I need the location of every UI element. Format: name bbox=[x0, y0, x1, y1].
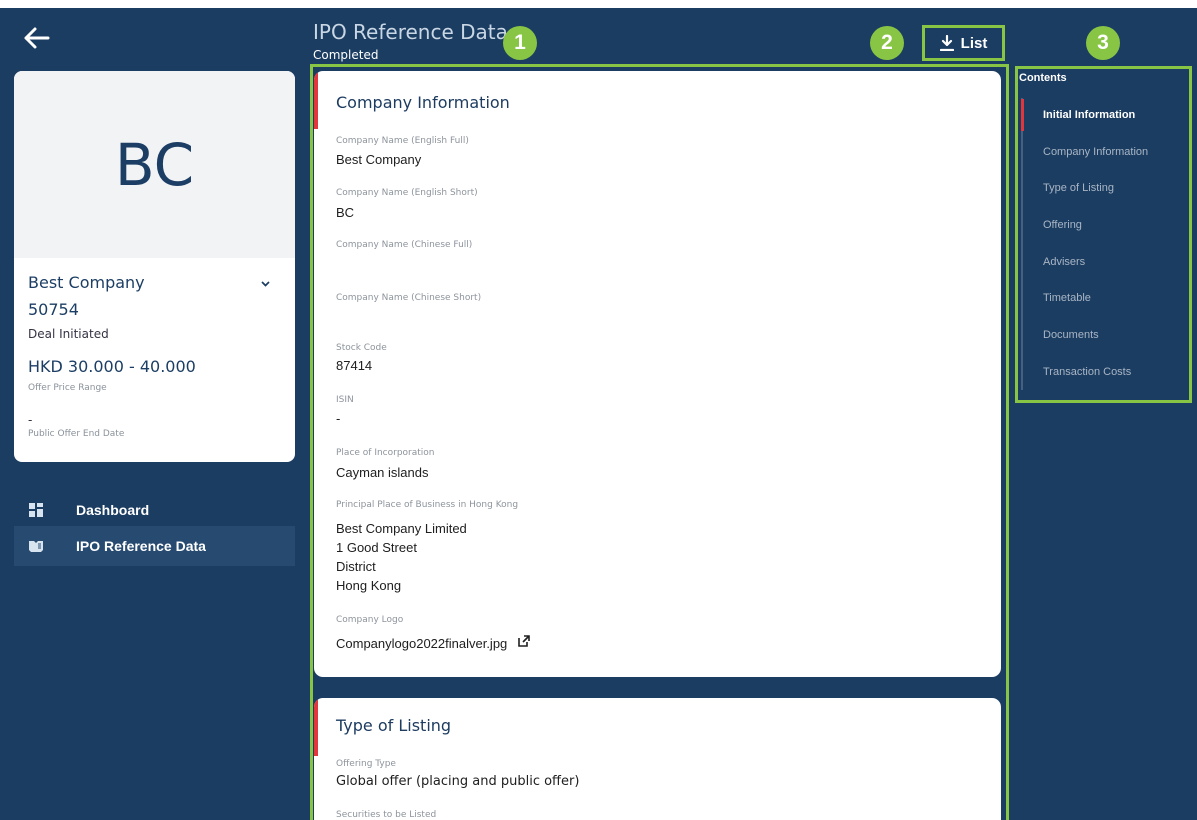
contents-item-documents[interactable]: Documents bbox=[1043, 329, 1099, 341]
contents-item-type-of-listing[interactable]: Type of Listing bbox=[1043, 182, 1114, 194]
offer-price-range-label: Offer Price Range bbox=[28, 383, 107, 393]
field-label: Offering Type bbox=[336, 759, 396, 769]
field-label: Stock Code bbox=[336, 343, 387, 353]
field-value: - bbox=[336, 411, 341, 426]
list-button-label: List bbox=[960, 34, 988, 52]
company-profile-card: BC Best Company 50754 Deal Initiated HKD… bbox=[14, 71, 295, 462]
page-title: IPO Reference Data bbox=[313, 20, 508, 44]
field-label: Company Name (Chinese Full) bbox=[336, 240, 473, 250]
deal-id: 50754 bbox=[28, 300, 79, 319]
field-label: Company Logo bbox=[336, 615, 404, 625]
deal-status: Deal Initiated bbox=[28, 327, 109, 341]
card-accent bbox=[314, 698, 318, 756]
address-line: Hong Kong bbox=[336, 578, 402, 593]
offer-price-range: HKD 30.000 - 40.000 bbox=[28, 357, 196, 376]
field-label: Securities to be Listed bbox=[336, 810, 437, 820]
contents-item-timetable[interactable]: Timetable bbox=[1043, 292, 1091, 304]
contents-item-transaction-costs[interactable]: Transaction Costs bbox=[1043, 366, 1131, 378]
address-line: Best Company Limited bbox=[336, 521, 467, 536]
company-avatar: BC bbox=[14, 71, 295, 258]
field-label: Company Name (English Full) bbox=[336, 136, 469, 146]
company-information-card: Company Information Company Name (Englis… bbox=[314, 71, 1001, 677]
top-divider bbox=[0, 0, 1197, 8]
field-value: BC bbox=[336, 205, 355, 220]
offering-type-value: Global offer (placing and public offer) bbox=[336, 774, 580, 789]
card-title: Company Information bbox=[336, 93, 510, 112]
sidebar-item-label: IPO Reference Data bbox=[76, 538, 206, 554]
contents-item-advisers[interactable]: Advisers bbox=[1043, 256, 1085, 268]
chevron-down-icon[interactable] bbox=[260, 278, 271, 289]
contents-item-company-information[interactable]: Company Information bbox=[1043, 146, 1148, 158]
card-accent bbox=[314, 71, 318, 129]
annotation-badge-3: 3 bbox=[1086, 26, 1120, 60]
annotation-badge-2: 2 bbox=[870, 26, 904, 60]
public-offer-end-date-label: Public Offer End Date bbox=[28, 429, 125, 439]
back-arrow-icon[interactable] bbox=[20, 22, 52, 54]
sidebar-item-label: Dashboard bbox=[76, 502, 150, 518]
app-window: IPO Reference Data Completed 1 2 3 List … bbox=[0, 0, 1197, 820]
field-label: ISIN bbox=[336, 395, 354, 405]
list-download-button[interactable]: List bbox=[922, 25, 1005, 61]
contents-rail bbox=[1021, 98, 1023, 390]
company-name: Best Company bbox=[28, 273, 145, 292]
field-value: 87414 bbox=[336, 358, 373, 373]
grid-icon bbox=[29, 503, 43, 517]
contents-title: Contents bbox=[1019, 72, 1067, 84]
field-label: Place of Incorporation bbox=[336, 448, 435, 458]
field-value: Cayman islands bbox=[336, 465, 429, 480]
active-contents-indicator bbox=[1021, 99, 1024, 131]
annotation-badge-1: 1 bbox=[503, 26, 537, 60]
address-line: 1 Good Street bbox=[336, 540, 417, 555]
contents-item-offering[interactable]: Offering bbox=[1043, 219, 1082, 231]
field-label: Company Name (Chinese Short) bbox=[336, 293, 482, 303]
public-offer-end-date: - bbox=[28, 413, 33, 427]
page-status: Completed bbox=[313, 48, 379, 62]
sidebar-item-ipo-reference-data[interactable]: IPO Reference Data bbox=[14, 526, 295, 566]
address-line: District bbox=[336, 559, 376, 574]
type-of-listing-card: Type of Listing Offering Type Global off… bbox=[314, 698, 1001, 820]
sidebar-item-dashboard[interactable]: Dashboard bbox=[14, 490, 295, 530]
external-link-icon[interactable] bbox=[517, 634, 531, 648]
field-label: Company Name (English Short) bbox=[336, 188, 478, 198]
card-title: Type of Listing bbox=[336, 716, 452, 735]
field-label: Principal Place of Business in Hong Kong bbox=[336, 500, 519, 510]
download-icon bbox=[939, 35, 954, 51]
company-logo-link[interactable]: Companylogo2022finalver.jpg bbox=[336, 636, 507, 651]
contents-item-initial-information[interactable]: Initial Information bbox=[1043, 109, 1135, 121]
book-icon bbox=[29, 541, 43, 552]
field-value: Best Company bbox=[336, 152, 422, 167]
